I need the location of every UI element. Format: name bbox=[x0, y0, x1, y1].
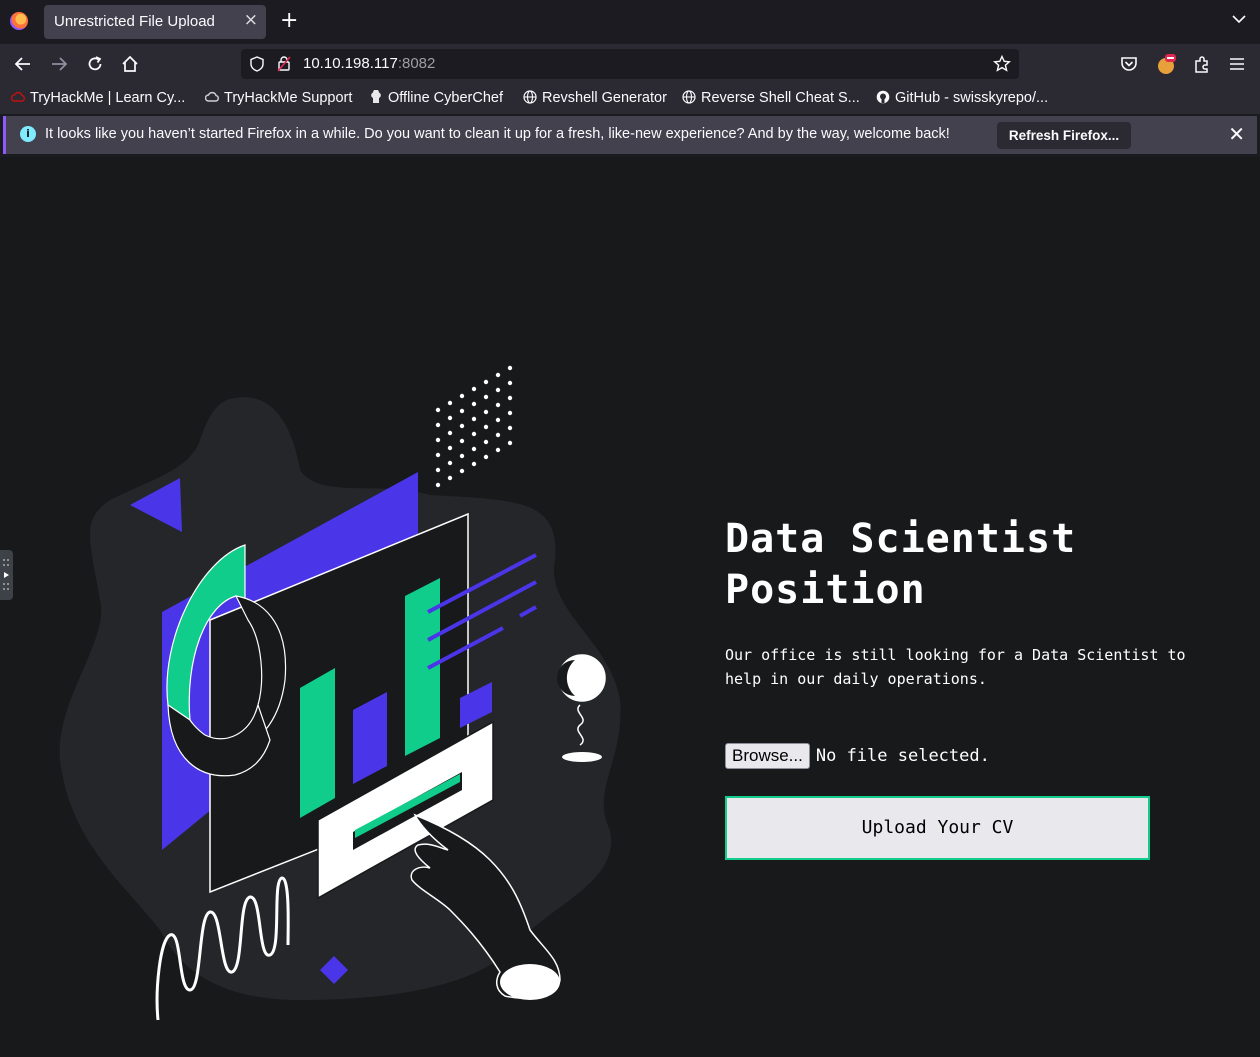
bookmark-github[interactable]: GitHub - swisskyrepo/... bbox=[876, 90, 1048, 106]
upload-cv-button[interactable]: Upload Your CV bbox=[725, 796, 1150, 860]
tab-close-icon[interactable]: × bbox=[244, 10, 258, 30]
url-text[interactable]: 10.10.198.117:8082 bbox=[303, 55, 435, 72]
refresh-firefox-button[interactable]: Refresh Firefox... bbox=[997, 122, 1131, 149]
bookmark-label: TryHackMe | Learn Cy... bbox=[30, 90, 186, 106]
tab-bar: Unrestricted File Upload × + bbox=[0, 0, 1260, 44]
page-title: Data Scientist Position bbox=[725, 514, 1145, 616]
page-description: Our office is still looking for a Data S… bbox=[725, 646, 1186, 688]
url-port: :8082 bbox=[397, 55, 436, 72]
bookmark-cyberchef[interactable]: Offline CyberChef bbox=[369, 90, 503, 106]
tab-list-chevron-icon[interactable] bbox=[1232, 12, 1246, 28]
globe-icon bbox=[682, 90, 696, 104]
forward-arrow-icon[interactable] bbox=[47, 52, 71, 76]
browse-button[interactable]: Browse... bbox=[725, 743, 810, 769]
home-icon[interactable] bbox=[118, 52, 142, 76]
url-host: 10.10.198.117 bbox=[303, 55, 398, 72]
bookmark-star-icon[interactable] bbox=[993, 54, 1011, 77]
back-arrow-icon[interactable] bbox=[11, 52, 35, 76]
bookmark-label: Offline CyberChef bbox=[388, 90, 503, 106]
data-analytics-illustration bbox=[59, 365, 621, 1021]
bookmark-label: GitHub - swisskyrepo/... bbox=[895, 90, 1049, 106]
bookmark-tryhackme-support[interactable]: TryHackMe Support bbox=[205, 90, 352, 106]
notice-close-icon[interactable]: ✕ bbox=[1228, 122, 1245, 146]
bookmark-label: TryHackMe Support bbox=[224, 90, 353, 106]
file-status-text: No file selected. bbox=[815, 746, 990, 766]
github-icon bbox=[876, 90, 890, 104]
reload-icon[interactable] bbox=[83, 52, 107, 76]
bookmark-tryhackme[interactable]: TryHackMe | Learn Cy... bbox=[11, 90, 185, 106]
bookmarks-toolbar: TryHackMe | Learn Cy... TryHackMe Suppor… bbox=[0, 84, 1260, 114]
new-tab-plus-icon[interactable]: + bbox=[280, 8, 298, 34]
insecure-lock-icon[interactable] bbox=[277, 55, 291, 76]
extension-badge-icon[interactable] bbox=[1154, 52, 1178, 76]
bookmark-label: Revshell Generator bbox=[542, 90, 667, 106]
url-bar[interactable]: 10.10.198.117:8082 bbox=[241, 49, 1019, 79]
shield-icon[interactable] bbox=[249, 56, 265, 76]
chef-hat-icon bbox=[371, 90, 381, 103]
side-drawer-handle[interactable] bbox=[0, 550, 13, 600]
pocket-icon[interactable] bbox=[1117, 52, 1141, 76]
menu-hamburger-icon[interactable] bbox=[1225, 52, 1249, 76]
page-title-line1: Data Scientist bbox=[725, 516, 1077, 562]
notice-text: It looks like you haven’t started Firefo… bbox=[45, 126, 950, 142]
bookmark-reverse-shell[interactable]: Reverse Shell Cheat S... bbox=[682, 90, 860, 106]
tryhackme-cloud-icon bbox=[11, 91, 25, 102]
globe-icon bbox=[523, 90, 537, 104]
info-icon: i bbox=[20, 126, 36, 142]
refresh-firefox-notice: i It looks like you haven’t started Fire… bbox=[3, 116, 1257, 154]
bookmark-label: Reverse Shell Cheat S... bbox=[701, 90, 860, 106]
nav-bar: 10.10.198.117:8082 bbox=[0, 44, 1260, 84]
bookmark-revshell[interactable]: Revshell Generator bbox=[523, 90, 667, 106]
extensions-puzzle-icon[interactable] bbox=[1190, 52, 1214, 76]
firefox-logo-icon[interactable] bbox=[10, 12, 28, 30]
cloud-icon bbox=[205, 91, 219, 102]
page-title-line2: Position bbox=[725, 567, 926, 613]
tab-active[interactable]: Unrestricted File Upload × bbox=[44, 5, 266, 39]
tab-title: Unrestricted File Upload bbox=[54, 13, 215, 30]
drag-handle-icon bbox=[3, 559, 9, 590]
dots-pattern bbox=[435, 365, 513, 488]
file-input[interactable]: Browse... No file selected. bbox=[725, 743, 990, 769]
